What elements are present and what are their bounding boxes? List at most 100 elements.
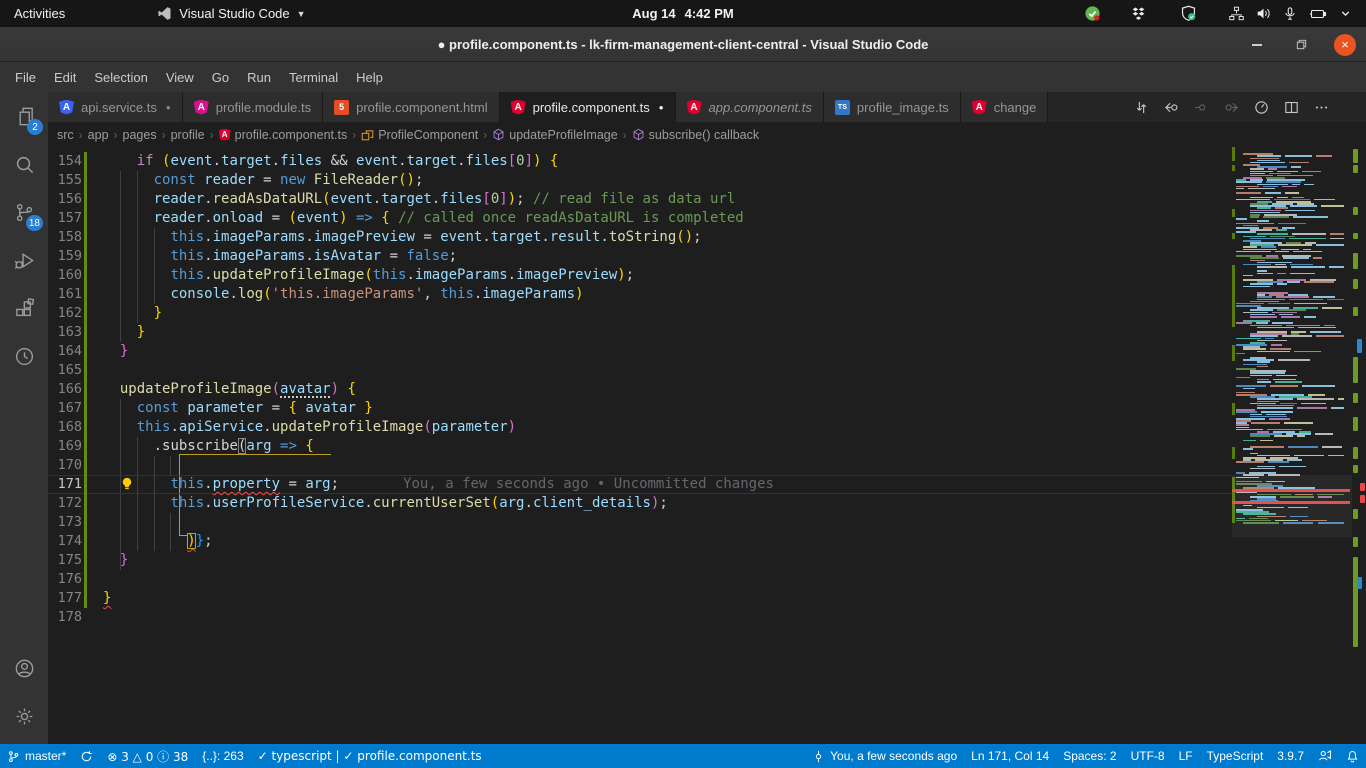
code-line-167[interactable]: 167 const parameter = { avatar } [48, 399, 1232, 418]
notifications-bell[interactable] [1339, 744, 1366, 768]
line-number: 175 [48, 551, 82, 570]
tab-api-service-ts[interactable]: Aapi.service.ts● [48, 92, 183, 122]
code-line-176[interactable]: 176 [48, 570, 1232, 589]
blame-status[interactable]: You, a few seconds ago [805, 744, 964, 768]
ruler-mark [1360, 495, 1365, 503]
microphone-icon[interactable] [1277, 7, 1303, 21]
code-line-157[interactable]: 157 reader.onload = (event) => { // call… [48, 209, 1232, 228]
clock[interactable]: Aug 14 4:42 PM [632, 6, 733, 21]
minimize-button[interactable] [1246, 34, 1268, 56]
code-line-171[interactable]: 171 this.property = arg;You, a few secon… [48, 475, 1232, 494]
code-line-172[interactable]: 172 this.userProfileService.currentUserS… [48, 494, 1232, 513]
menu-view[interactable]: View [157, 66, 203, 89]
compare-changes-icon[interactable] [1133, 99, 1150, 116]
app-menu-button[interactable]: Visual Studio Code ▼ [157, 6, 305, 21]
overview-ruler[interactable] [1352, 147, 1366, 744]
breadcrumb-item-profile[interactable]: profile [171, 128, 205, 142]
navigate-back-icon[interactable] [1163, 99, 1180, 116]
sidebar-item-extensions[interactable] [0, 284, 48, 332]
breadcrumb-item-pages[interactable]: pages [123, 128, 157, 142]
menu-terminal[interactable]: Terminal [280, 66, 347, 89]
tab-profile-component-html[interactable]: 5profile.component.html [323, 92, 500, 122]
window-title-bar[interactable]: ● profile.component.ts - lk-firm-managem… [0, 27, 1366, 62]
code-line-162[interactable]: 162 } [48, 304, 1232, 323]
tab-app-component-ts[interactable]: Aapp.component.ts [676, 92, 824, 122]
breadcrumb-item-updateprofileimage[interactable]: updateProfileImage [492, 128, 617, 142]
dropbox-icon[interactable] [1125, 6, 1152, 21]
sidebar-item-search[interactable] [0, 140, 48, 188]
menu-go[interactable]: Go [203, 66, 238, 89]
code-line-169[interactable]: 169 .subscribe(arg => { [48, 437, 1232, 456]
minimap[interactable] [1232, 147, 1352, 744]
language-mode[interactable]: TypeScript [1200, 744, 1271, 768]
breadcrumb-item-app[interactable]: app [88, 128, 109, 142]
menu-selection[interactable]: Selection [85, 66, 156, 89]
sidebar-item-source-control[interactable]: 18 [0, 188, 48, 236]
battery-icon[interactable] [1303, 7, 1333, 21]
code-line-165[interactable]: 165 [48, 361, 1232, 380]
code-line-170[interactable]: 170 [48, 456, 1232, 475]
menu-edit[interactable]: Edit [45, 66, 85, 89]
linter-status[interactable]: ✓ typescript | ✓ profile.component.ts [251, 744, 489, 768]
activities-button[interactable]: Activities [0, 6, 79, 21]
security-shield-icon[interactable] [1174, 5, 1203, 22]
tab-profile-component-ts[interactable]: Aprofile.component.ts● [500, 92, 676, 122]
code-line-174[interactable]: 174 )}; [48, 532, 1232, 551]
bracket-count-status[interactable]: {..}: 263 [195, 744, 250, 768]
volume-icon[interactable] [1250, 6, 1277, 21]
eol-status[interactable]: LF [1172, 744, 1200, 768]
code-line-154[interactable]: 154 if (event.target.files && event.targ… [48, 152, 1232, 171]
close-button[interactable]: × [1334, 34, 1356, 56]
tray-chevron-icon[interactable] [1333, 7, 1358, 20]
code-line-163[interactable]: 163 } [48, 323, 1232, 342]
back-glyph [1163, 99, 1180, 116]
breadcrumb-item-subscribe-callback[interactable]: subscribe() callback [632, 128, 759, 142]
tab-change[interactable]: Achange [961, 92, 1049, 122]
code-line-177[interactable]: 177} [48, 589, 1232, 608]
sidebar-item-gitlens[interactable] [0, 332, 48, 380]
breadcrumb-item-profilecomponent[interactable]: ProfileComponent [361, 128, 478, 142]
code-line-178[interactable]: 178 [48, 608, 1232, 627]
code-editor[interactable]: 154 if (event.target.files && event.targ… [48, 147, 1366, 744]
run-timer-icon[interactable] [1253, 99, 1270, 116]
angular-pink-icon: A [194, 100, 209, 115]
encoding-status[interactable]: UTF-8 [1124, 744, 1172, 768]
branch-status[interactable]: master* [0, 744, 73, 768]
breadcrumb-item-src[interactable]: src [57, 128, 74, 142]
minimap-slider[interactable] [1232, 475, 1352, 537]
code-line-159[interactable]: 159 this.imageParams.isAvatar = false; [48, 247, 1232, 266]
feedback-button[interactable] [1311, 744, 1339, 768]
network-icon[interactable] [1223, 6, 1250, 21]
breadcrumb-item-profile-component-ts[interactable]: Aprofile.component.ts [219, 128, 348, 142]
more-actions-icon[interactable] [1313, 99, 1330, 116]
updates-ok-icon[interactable] [1078, 5, 1107, 22]
split-editor-icon[interactable] [1283, 99, 1300, 116]
sidebar-item-explorer[interactable]: 2 [0, 92, 48, 140]
clock-time: 4:42 PM [685, 6, 734, 21]
code-line-175[interactable]: 175 } [48, 551, 1232, 570]
sync-status[interactable] [73, 744, 100, 768]
maximize-button[interactable] [1290, 34, 1312, 56]
sidebar-item-accounts[interactable] [0, 644, 48, 692]
code-line-166[interactable]: 166 updateProfileImage(avatar) { [48, 380, 1232, 399]
code-line-155[interactable]: 155 const reader = new FileReader(); [48, 171, 1232, 190]
ts-version[interactable]: 3.9.7 [1270, 744, 1311, 768]
tab-profile-module-ts[interactable]: Aprofile.module.ts [183, 92, 323, 122]
menu-run[interactable]: Run [238, 66, 280, 89]
code-line-173[interactable]: 173 [48, 513, 1232, 532]
code-line-160[interactable]: 160 this.updateProfileImage(this.imagePa… [48, 266, 1232, 285]
code-line-168[interactable]: 168 this.apiService.updateProfileImage(p… [48, 418, 1232, 437]
sidebar-item-run-and-debug[interactable] [0, 236, 48, 284]
problems-status[interactable]: ⊗ 3 △ 0 ⓘ 38 [100, 744, 195, 768]
menu-help[interactable]: Help [347, 66, 392, 89]
tab-profile-image-ts[interactable]: TSprofile_image.ts [824, 92, 961, 122]
code-line-158[interactable]: 158 this.imageParams.imagePreview = even… [48, 228, 1232, 247]
code-line-161[interactable]: 161 console.log('this.imageParams', this… [48, 285, 1232, 304]
cursor-position[interactable]: Ln 171, Col 14 [964, 744, 1056, 768]
sidebar-item-manage[interactable] [0, 692, 48, 740]
breadcrumb-label: app [88, 128, 109, 142]
code-line-164[interactable]: 164 } [48, 342, 1232, 361]
menu-file[interactable]: File [6, 66, 45, 89]
indentation-status[interactable]: Spaces: 2 [1056, 744, 1123, 768]
code-line-156[interactable]: 156 reader.readAsDataURL(event.target.fi… [48, 190, 1232, 209]
